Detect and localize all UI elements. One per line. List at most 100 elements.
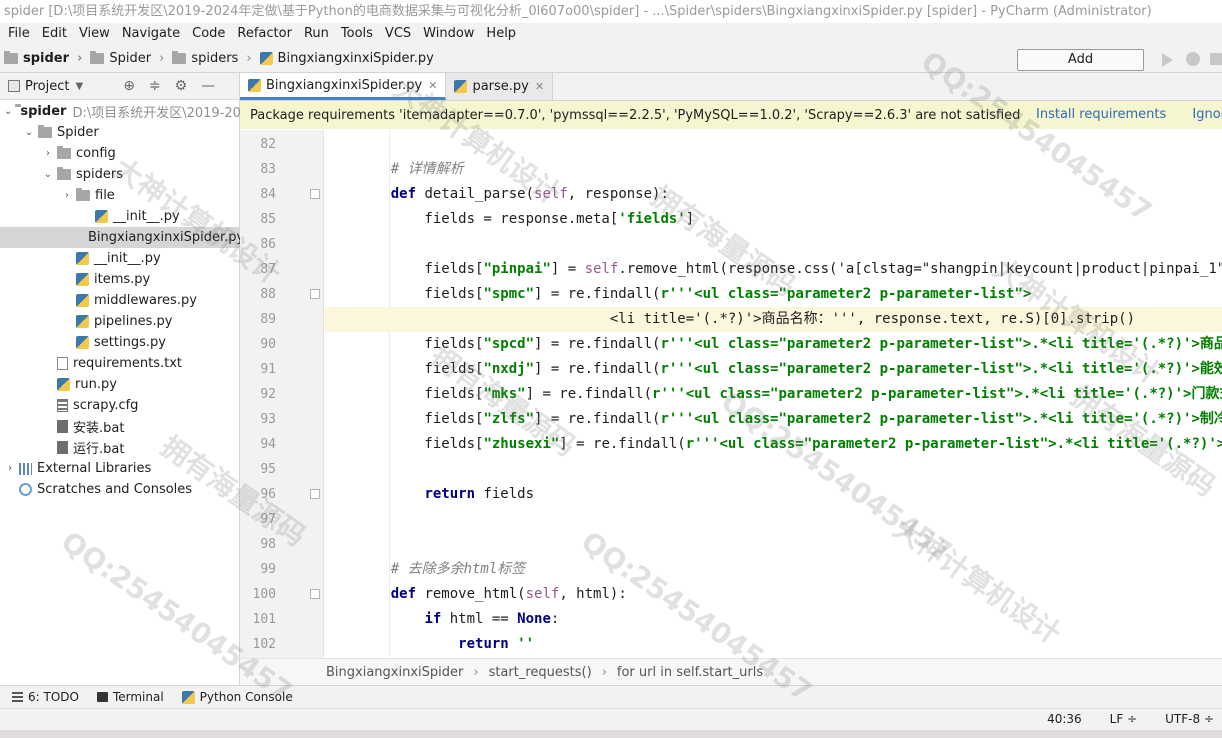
gear-icon[interactable]: ⚙ xyxy=(175,78,188,94)
code-line[interactable]: return '' xyxy=(325,632,1222,657)
menu-tools[interactable]: Tools xyxy=(335,23,379,45)
code-line[interactable]: # 去除多余html标签 xyxy=(325,557,1222,582)
nav-crumb-spiders[interactable]: spiders › xyxy=(164,51,252,66)
code-line[interactable]: if html == None: xyxy=(325,607,1222,632)
chevron-right-icon[interactable]: › xyxy=(4,463,16,474)
menu-edit[interactable]: Edit xyxy=(36,23,73,45)
code-line[interactable] xyxy=(325,457,1222,482)
code-line[interactable] xyxy=(325,132,1222,157)
line-number: 92 xyxy=(260,387,276,402)
code-line[interactable]: fields["pinpai"] = self.remove_html(resp… xyxy=(325,257,1222,282)
code-line[interactable]: return fields xyxy=(325,482,1222,507)
code-line[interactable]: fields["mks"] = re.findall(r'''<ul class… xyxy=(325,382,1222,407)
tab-parse[interactable]: parse.py ✕ xyxy=(446,73,554,100)
chevron-right-icon[interactable]: › xyxy=(61,190,73,201)
tree-item[interactable]: › External Libraries xyxy=(0,458,240,479)
breadcrumb-loop[interactable]: for url in self.start_urls xyxy=(617,665,763,680)
menu-vcs[interactable]: VCS xyxy=(379,23,417,45)
tree-item[interactable]: run.py xyxy=(0,374,240,395)
tree-item[interactable]: › config xyxy=(0,143,240,164)
tree-item[interactable]: BingxiangxinxiSpider.py xyxy=(0,227,240,248)
caret-position[interactable]: 40:36 xyxy=(1047,709,1082,730)
tree-item[interactable]: ⌄ spiders xyxy=(0,164,240,185)
tree-item[interactable]: __init__.py xyxy=(0,248,240,269)
code-line[interactable]: fields["nxdj"] = re.findall(r'''<ul clas… xyxy=(325,357,1222,382)
debug-icon[interactable] xyxy=(1186,52,1200,66)
breadcrumb-class[interactable]: BingxiangxinxiSpider xyxy=(326,665,463,680)
chevron-down-icon[interactable]: ⌄ xyxy=(23,127,35,138)
config-file-icon xyxy=(57,399,68,412)
line-separator[interactable]: LF ÷ xyxy=(1096,709,1137,730)
tree-item[interactable]: scrapy.cfg xyxy=(0,395,240,416)
line-number: 91 xyxy=(260,362,276,377)
tree-item[interactable]: settings.py xyxy=(0,332,240,353)
python-file-icon xyxy=(259,52,273,65)
breadcrumb-method[interactable]: start_requests() xyxy=(489,665,592,680)
tree-item[interactable]: __init__.py xyxy=(0,206,240,227)
tree-item-label: run.py xyxy=(75,377,117,392)
terminal-tool-button[interactable]: Terminal xyxy=(96,690,164,704)
close-icon[interactable]: ✕ xyxy=(535,80,544,93)
nav-crumb-spider[interactable]: spider › xyxy=(0,51,82,66)
chevron-right-icon[interactable]: › xyxy=(42,148,54,159)
menu-window[interactable]: Window xyxy=(417,23,480,45)
locate-icon[interactable]: ⊕ xyxy=(123,78,135,94)
tree-item[interactable]: items.py xyxy=(0,269,240,290)
menu-code[interactable]: Code xyxy=(186,23,231,45)
line-number: 93 xyxy=(260,412,276,427)
code-line[interactable]: # 详情解析 xyxy=(325,157,1222,182)
nav-crumb-file[interactable]: BingxiangxinxiSpider.py xyxy=(252,51,434,66)
tab-bingxiangxinxispider[interactable]: BingxiangxinxiSpider.py ✕ xyxy=(240,73,447,100)
close-icon[interactable]: ✕ xyxy=(428,79,437,92)
tree-item[interactable]: requirements.txt xyxy=(0,353,240,374)
run-icon[interactable] xyxy=(1162,53,1173,67)
menu-run[interactable]: Run xyxy=(298,23,335,45)
add-configuration-button[interactable]: Add Configuration... xyxy=(1017,49,1144,87)
fold-marker-icon[interactable] xyxy=(310,589,320,599)
chevron-down-icon[interactable]: ▼ xyxy=(75,81,83,92)
menu-navigate[interactable]: Navigate xyxy=(116,23,186,45)
chevron-down-icon[interactable]: ⌄ xyxy=(4,106,12,117)
code-line[interactable]: fields["zhusexi"] = re.findall(r'''<ul c… xyxy=(325,432,1222,457)
tree-item[interactable]: › file xyxy=(0,185,240,206)
code-line[interactable]: fields["spmc"] = re.findall(r'''<ul clas… xyxy=(325,282,1222,307)
file-encoding[interactable]: UTF-8 ÷ xyxy=(1151,709,1214,730)
code-line[interactable] xyxy=(325,532,1222,557)
code-line[interactable]: fields["zlfs"] = re.findall(r'''<ul clas… xyxy=(325,407,1222,432)
menu-help[interactable]: Help xyxy=(480,23,522,45)
project-view-selector[interactable]: Project xyxy=(25,79,69,94)
python-console-tool-button[interactable]: Python Console xyxy=(181,690,293,704)
todo-label: 6: TODO xyxy=(28,690,79,704)
menu-refactor[interactable]: Refactor xyxy=(231,23,298,45)
tree-item[interactable]: 运行.bat xyxy=(0,437,240,458)
collapse-all-icon[interactable]: ≑ xyxy=(149,78,161,94)
install-requirements-link[interactable]: Install requirements xyxy=(1036,107,1166,122)
menu-file[interactable]: File xyxy=(2,23,36,45)
ignore-requirements-link[interactable]: Ignore re xyxy=(1192,107,1222,122)
tree-item[interactable]: middlewares.py xyxy=(0,290,240,311)
tree-item[interactable]: 安装.bat xyxy=(0,416,240,437)
tree-item[interactable]: Scratches and Consoles xyxy=(0,479,240,500)
fold-marker-icon[interactable] xyxy=(310,289,320,299)
tree-item[interactable]: ⌄ Spider xyxy=(0,122,240,143)
code-line[interactable] xyxy=(325,232,1222,257)
fold-marker-icon[interactable] xyxy=(310,189,320,199)
taskbar-strip xyxy=(0,730,1222,738)
folder-icon xyxy=(4,51,18,64)
menu-view[interactable]: View xyxy=(73,23,116,45)
tree-item[interactable]: pipelines.py xyxy=(0,311,240,332)
chevron-down-icon[interactable]: ⌄ xyxy=(42,169,54,180)
code-editor[interactable]: 82 83 84 85 86 87 88 89 90 91 92 93 94 95 96 97 98 99 100 1… xyxy=(240,130,1222,658)
hide-icon[interactable]: — xyxy=(201,78,215,94)
stop-icon[interactable] xyxy=(1210,53,1222,65)
nav-crumb-spider-package[interactable]: Spider › xyxy=(82,51,164,66)
code-line[interactable] xyxy=(325,507,1222,532)
tree-item[interactable]: ⌄ spider D:\项目系统开发区\2019-20 xyxy=(0,101,240,122)
code-line[interactable]: fields = response.meta['fields'] xyxy=(325,207,1222,232)
fold-marker-icon[interactable] xyxy=(310,489,320,499)
code-line[interactable]: def remove_html(self, html): xyxy=(325,582,1222,607)
code-line[interactable]: def detail_parse(self, response): xyxy=(325,182,1222,207)
todo-tool-button[interactable]: 6: TODO xyxy=(12,690,79,704)
code-line[interactable]: fields["spcd"] = re.findall(r'''<ul clas… xyxy=(325,332,1222,357)
code-line[interactable]: <li title='(.*?)'>商品名称：''', response.tex… xyxy=(325,307,1222,332)
